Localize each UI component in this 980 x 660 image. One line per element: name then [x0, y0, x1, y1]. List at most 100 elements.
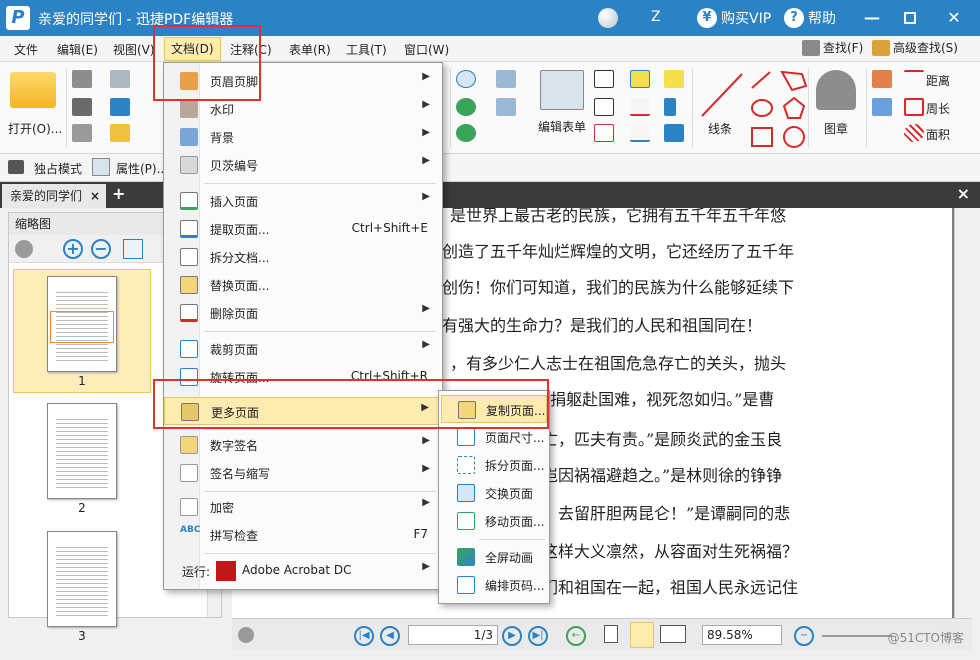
open-label[interactable]: 打开(O)...: [8, 120, 62, 137]
submenu-item-swap-page[interactable]: 交换页面: [441, 479, 547, 507]
export-icon[interactable]: [72, 124, 92, 142]
help-button[interactable]: ? 帮助: [784, 8, 836, 28]
submenu-item-split-page[interactable]: 拆分页面...: [441, 451, 547, 479]
zoom-out-icon[interactable]: −: [794, 626, 814, 646]
thumbnail-page-2[interactable]: 2: [13, 397, 151, 519]
exclusive-mode-button[interactable]: 独占模式: [34, 160, 82, 177]
edit-form-icon[interactable]: [540, 70, 584, 110]
single-page-icon[interactable]: [604, 625, 618, 643]
area-label[interactable]: 面积: [926, 126, 950, 143]
sound-icon[interactable]: [664, 124, 684, 142]
menu-item-split-document[interactable]: 拆分文档...: [164, 243, 442, 271]
document-scrollbar[interactable]: [954, 208, 972, 618]
maximize-icon[interactable]: [898, 6, 922, 30]
save-icon[interactable]: [72, 70, 92, 88]
print-icon[interactable]: [72, 98, 92, 116]
close-window-icon[interactable]: ✕: [942, 6, 966, 30]
text-box-icon[interactable]: [594, 98, 614, 116]
submenu-item-page-numbering[interactable]: 编排页码...: [441, 571, 547, 599]
back-icon[interactable]: ←: [566, 626, 586, 646]
menu-edit[interactable]: 编辑(E): [57, 41, 98, 58]
typewriter-icon[interactable]: [630, 70, 650, 88]
menu-file[interactable]: 文件: [14, 41, 38, 58]
new-doc-icon[interactable]: [110, 124, 130, 142]
tab-close-icon[interactable]: ×: [90, 184, 100, 208]
distance-icon[interactable]: [904, 70, 924, 80]
menu-item-sign-initials[interactable]: 签名与缩写 ▶: [164, 459, 442, 487]
eraser-icon[interactable]: [872, 98, 892, 116]
menu-item-delete-page[interactable]: 删除页面 ▶: [164, 299, 442, 327]
rotate-right-icon[interactable]: [456, 124, 476, 142]
perimeter-icon[interactable]: [904, 98, 924, 116]
menu-item-spell-check[interactable]: ABC 拼写检查 F7: [164, 521, 442, 549]
user-account[interactable]: Z: [651, 9, 661, 25]
zoom-out-thumb-icon[interactable]: −: [91, 239, 111, 259]
menu-item-extract-page[interactable]: 提取页面... Ctrl+Shift+E: [164, 215, 442, 243]
menu-item-crop-page[interactable]: 裁剪页面 ▶: [164, 335, 442, 363]
text-field-icon[interactable]: [594, 70, 614, 88]
select-area-icon[interactable]: [496, 70, 516, 88]
gear-icon[interactable]: [15, 240, 33, 258]
thumbnail-page-3[interactable]: 3: [13, 525, 151, 647]
close-all-tabs-icon[interactable]: ×: [957, 184, 970, 203]
strikeout-icon[interactable]: [630, 98, 650, 116]
menu-item-insert-page[interactable]: 插入页面 ▶: [164, 187, 442, 215]
rotate-left-icon[interactable]: [456, 98, 476, 116]
callout-icon[interactable]: [594, 124, 614, 142]
line-label[interactable]: 线条: [708, 120, 732, 137]
menu-item-bates[interactable]: 贝茨编号 ▶: [164, 151, 442, 179]
first-page-icon[interactable]: |◀: [354, 626, 374, 646]
stamp-icon[interactable]: [816, 70, 856, 110]
find-button[interactable]: 查找(F): [802, 39, 863, 56]
submenu-item-fullscreen-animation[interactable]: 全屏动画: [441, 543, 547, 571]
status-gear-icon[interactable]: [238, 627, 254, 643]
underline-icon[interactable]: [630, 124, 650, 142]
menu-item-label: 拆分文档...: [210, 251, 270, 265]
menu-view[interactable]: 视图(V): [113, 41, 155, 58]
buy-vip-button[interactable]: ¥ 购买VIP: [697, 8, 771, 28]
next-page-icon[interactable]: ▶: [502, 626, 522, 646]
shape-tools-icon[interactable]: [748, 68, 810, 152]
zoom-in-thumb-icon[interactable]: +: [63, 239, 83, 259]
menu-item-background[interactable]: 背景 ▶: [164, 123, 442, 151]
edit-form-label[interactable]: 编辑表单: [538, 118, 586, 135]
email-icon[interactable]: [110, 70, 130, 88]
last-page-icon[interactable]: ▶|: [528, 626, 548, 646]
menu-item-encrypt[interactable]: 加密 ▶: [164, 493, 442, 521]
two-page-icon[interactable]: [660, 625, 686, 643]
zoom-in-icon[interactable]: [456, 70, 476, 88]
submenu-item-label: 移动页面...: [485, 515, 545, 529]
add-text-icon[interactable]: [496, 98, 516, 116]
line-tool-icon[interactable]: [698, 70, 746, 120]
menu-item-run[interactable]: 运行: Adobe Acrobat DC ▶: [164, 557, 442, 585]
zoom-select[interactable]: 89.58%: [702, 625, 782, 645]
theme-moon-icon[interactable]: [598, 8, 618, 28]
page-number-input[interactable]: 1/3: [408, 625, 498, 645]
distance-label[interactable]: 距离: [926, 72, 950, 89]
menu-item-digital-signature[interactable]: 数字签名 ▶: [164, 431, 442, 459]
tab-document[interactable]: 亲爱的同学们 ×: [2, 184, 106, 208]
scan-icon[interactable]: [110, 98, 130, 116]
properties-button[interactable]: 属性(P)...: [116, 160, 168, 177]
stamp-label[interactable]: 图章: [824, 120, 848, 137]
menu-form[interactable]: 表单(R): [289, 41, 331, 58]
prev-page-icon[interactable]: ◀: [380, 626, 400, 646]
help-label: 帮助: [808, 11, 836, 27]
perimeter-label[interactable]: 周长: [926, 100, 950, 117]
open-folder-icon[interactable]: [10, 72, 56, 108]
submenu-item-move-page[interactable]: 移动页面...: [441, 507, 547, 535]
zoom-slider[interactable]: [822, 635, 892, 637]
note-icon[interactable]: [664, 70, 684, 88]
menu-window[interactable]: 窗口(W): [404, 41, 449, 58]
menu-item-replace-page[interactable]: 替换页面...: [164, 271, 442, 299]
new-tab-icon[interactable]: +: [112, 184, 125, 203]
continuous-page-icon[interactable]: [630, 622, 654, 648]
area-icon[interactable]: [904, 124, 924, 142]
thumbnail-page-1[interactable]: 1: [13, 269, 151, 393]
pencil-icon[interactable]: [872, 70, 892, 88]
attach-icon[interactable]: [664, 98, 676, 116]
minimize-icon[interactable]: —: [860, 6, 884, 30]
menu-tools[interactable]: 工具(T): [346, 41, 387, 58]
rotate-thumb-icon[interactable]: [123, 239, 143, 259]
advanced-find-button[interactable]: 高级查找(S): [872, 39, 958, 56]
